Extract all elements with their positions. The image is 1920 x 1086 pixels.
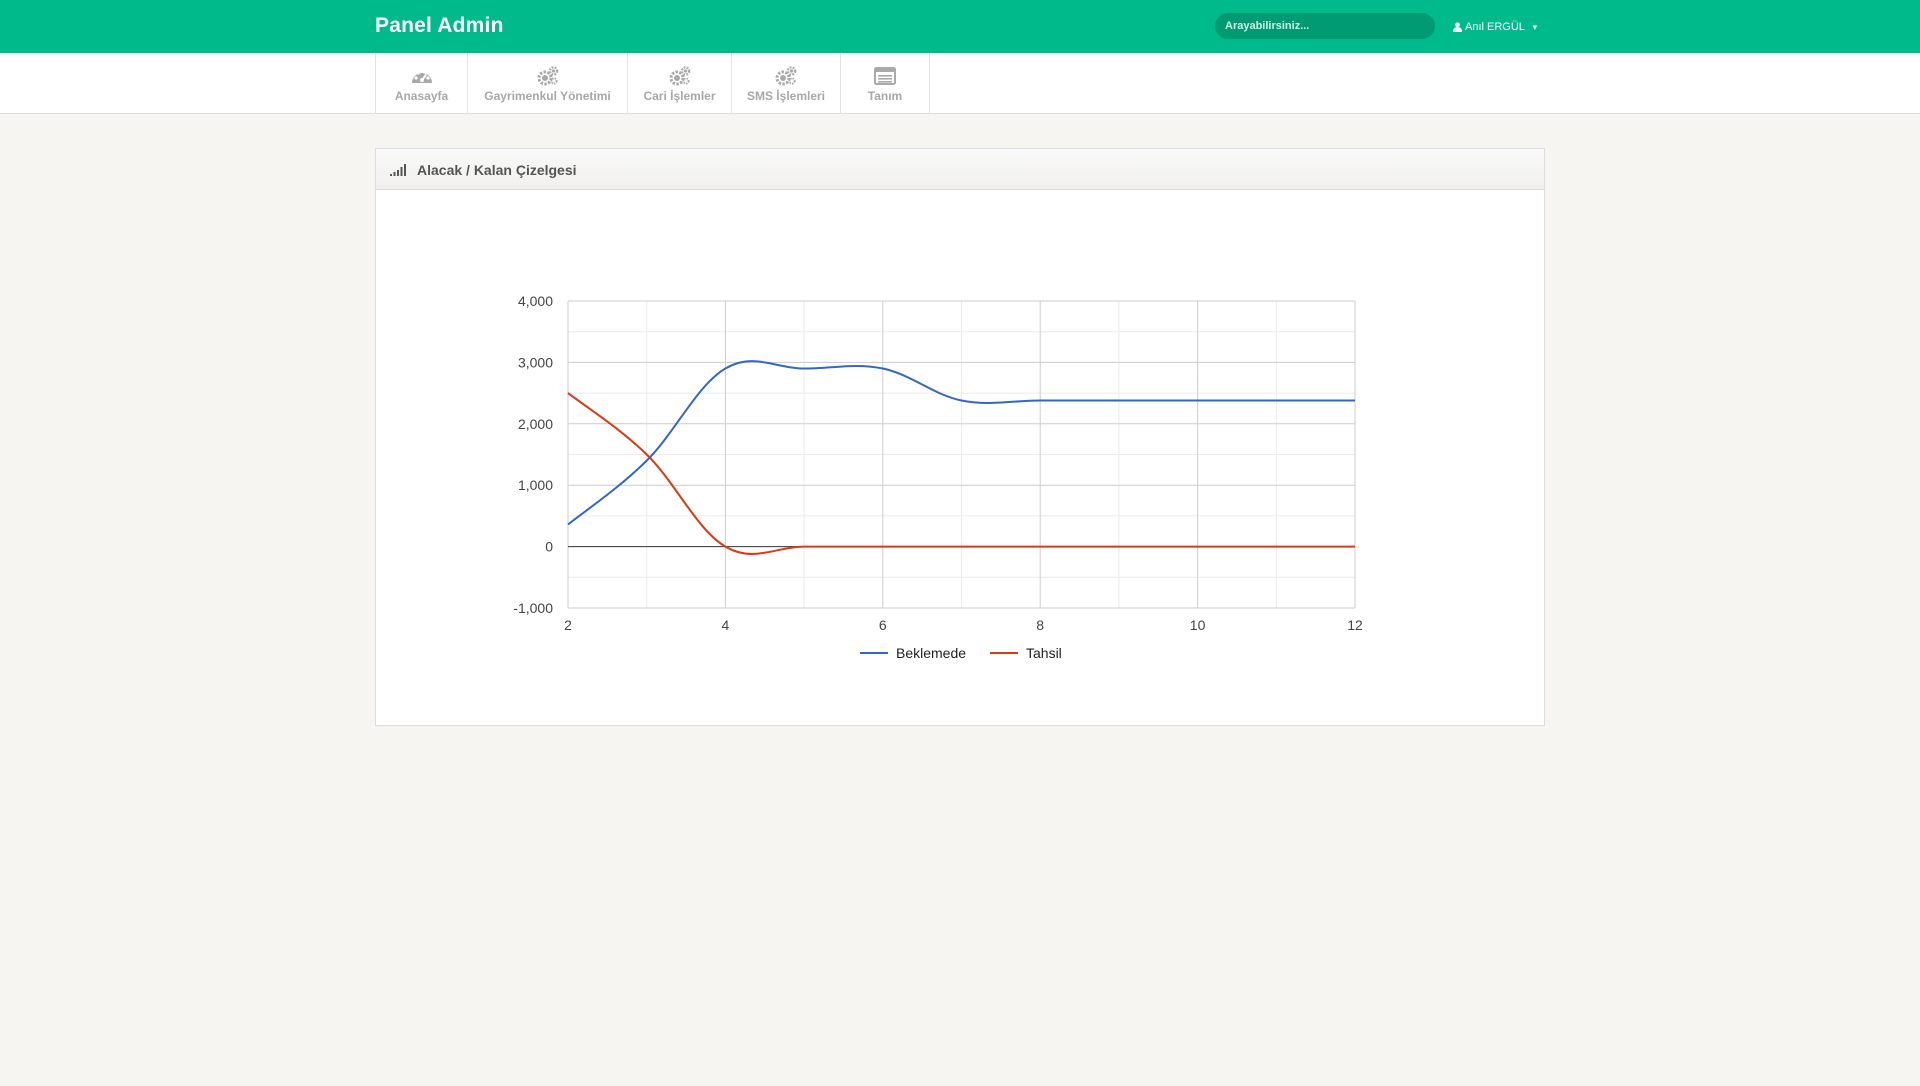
nav-item-tanim[interactable]: Tanım	[840, 53, 930, 114]
line-chart: -1,000 0 1,000 2,000 3,000 4,000 2 4 6 8 10 12 Bekle…	[513, 293, 1363, 661]
nav-item-cari-islemler[interactable]: Cari İşlemler	[627, 53, 731, 114]
nav-label: Tanım	[867, 89, 903, 103]
top-bar: Panel Admin Anıl ERGÜL ▼	[0, 0, 1920, 53]
nav-label: SMS İşlemleri	[746, 89, 826, 103]
nav-label: Gayrimenkul Yönetimi	[484, 89, 611, 103]
y-tick-label: 2,000	[518, 416, 553, 432]
brand-title[interactable]: Panel Admin	[375, 14, 504, 38]
nav-item-sms-islemleri[interactable]: SMS İşlemleri	[731, 53, 840, 114]
y-tick-label: 4,000	[518, 293, 553, 309]
panel-title: Alacak / Kalan Çizelgesi	[417, 162, 577, 178]
x-tick-label: 8	[1036, 617, 1044, 633]
nav-item-gayrimenkul-yonetimi[interactable]: Gayrimenkul Yönetimi	[467, 53, 627, 114]
chevron-down-icon: ▼	[1530, 22, 1539, 32]
gears-icon	[537, 66, 559, 86]
gears-icon	[669, 66, 691, 86]
panel-header: Alacak / Kalan Çizelgesi	[376, 149, 1544, 190]
x-tick-label: 2	[564, 617, 572, 633]
user-icon	[1453, 22, 1462, 32]
user-menu[interactable]: Anıl ERGÜL ▼	[1453, 19, 1539, 35]
dashboard-icon	[411, 66, 433, 86]
x-tick-label: 6	[879, 617, 887, 633]
y-tick-label: 1,000	[518, 477, 553, 493]
x-tick-label: 10	[1190, 617, 1206, 633]
main-navbar: Anasayfa Gayrimenkul Yönetimi Cari İşlem…	[0, 53, 1920, 114]
chart-panel: Alacak / Kalan Çizelgesi -1,000 0 1,000 2,0…	[375, 148, 1545, 726]
y-tick-label: 0	[545, 539, 553, 555]
legend-label: Tahsil	[1026, 645, 1062, 661]
y-tick-label: 3,000	[518, 354, 553, 370]
nav-label: Anasayfa	[394, 89, 449, 103]
signal-bars-icon	[390, 163, 406, 181]
gears-icon	[775, 66, 797, 86]
search-input[interactable]	[1215, 13, 1435, 39]
legend-label: Beklemede	[896, 645, 966, 661]
nav-label: Cari İşlemler	[643, 89, 716, 103]
x-tick-label: 12	[1347, 617, 1363, 633]
y-tick-label: -1,000	[513, 600, 553, 616]
x-tick-label: 4	[722, 617, 730, 633]
list-icon	[874, 66, 896, 86]
user-name: Anıl ERGÜL	[1465, 21, 1525, 33]
nav-item-anasayfa[interactable]: Anasayfa	[375, 53, 467, 114]
